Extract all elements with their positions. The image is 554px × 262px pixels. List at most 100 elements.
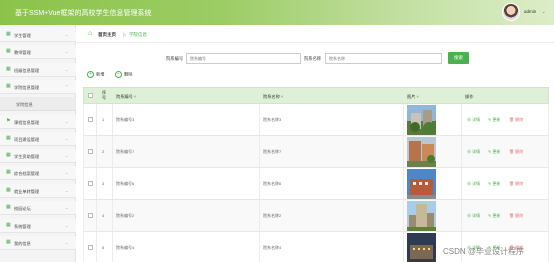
table-row: 4 院系编号2 院系名称2 ⊕ 详情 ✎ 更新 🗑 删除 (83, 200, 549, 232)
row-checkbox[interactable] (88, 117, 93, 122)
grid-icon: ▦ (6, 239, 11, 245)
table-row: 2 院系编号7 院系名称7 ⊕ 详情 ✎ 更新 🗑 删除 (83, 136, 549, 168)
sidebar-item-system[interactable]: ▦ 系统管理 ⌄ (0, 219, 76, 233)
watermark: CSDN @毕业设计程序 (443, 247, 525, 256)
detail-label: 详情 (472, 117, 481, 122)
sidebar-item-label: 系统管理 (14, 223, 31, 229)
remove-label: 删除 (515, 117, 524, 122)
sidebar-item-classes[interactable]: ▦ 班级信息管理 ⌄ (0, 63, 76, 77)
app-title: 基于SSM+Vue框架的高校学生信息管理系统 (15, 10, 152, 17)
col-name[interactable]: 院系名称 ÷ (263, 94, 283, 100)
row-code: 院系编号2 (116, 213, 135, 218)
home-icon[interactable]: ⌂ (88, 30, 92, 37)
row-name: 院系名称3 (263, 117, 282, 122)
sidebar-item-courses[interactable]: ⚑ 课程信息管理 ⌄ (0, 115, 76, 129)
edit-button[interactable]: ✎ 更新 (488, 149, 500, 155)
chevron-down-icon: ⌄ (65, 136, 69, 141)
plus-icon: + (87, 71, 94, 78)
row-checkbox[interactable] (88, 149, 93, 154)
remove-button[interactable]: 🗑 删除 (509, 117, 523, 123)
minus-icon: − (115, 71, 122, 78)
chevron-down-icon[interactable]: ⌄ (542, 9, 545, 14)
sidebar-item-employment[interactable]: ▦ 就业单转管理 ⌄ (0, 184, 76, 198)
row-name: 院系名称2 (263, 213, 282, 218)
row-code: 院系编号3 (116, 117, 135, 122)
col-code[interactable]: 院系编号 ÷ (116, 94, 136, 100)
sidebar-item-label: 学生管理 (14, 32, 31, 38)
row-checkbox[interactable] (88, 181, 93, 186)
row-image[interactable] (407, 169, 436, 199)
row-name: 院系名称4 (263, 245, 282, 250)
table-row: 1 院系编号3 院系名称3 ⊕ 详情 ✎ 更新 🗑 删除 (83, 104, 549, 136)
username[interactable]: admin (524, 9, 536, 14)
breadcrumb-separator: ▷ (123, 31, 127, 37)
remove-button[interactable]: 🗑 删除 (509, 149, 523, 155)
sidebar-item-archives[interactable]: ▦ 综合档案管理 ⌄ (0, 166, 76, 180)
edit-label: 更新 (492, 213, 501, 218)
remove-button[interactable]: 🗑 删除 (509, 213, 523, 219)
sidebar-item-label: 项目建设管理 (14, 136, 40, 142)
breadcrumb-current: 学院信息 (129, 31, 147, 37)
add-label: 新增 (96, 71, 105, 77)
row-checkbox[interactable] (88, 213, 93, 218)
add-button[interactable]: + 新增 (87, 71, 104, 81)
detail-button[interactable]: ⊕ 详情 (467, 213, 480, 219)
delete-label: 删除 (124, 71, 133, 77)
sidebar-item-colleges[interactable]: ▦ 学院信息管理 ⌃ (0, 80, 76, 94)
grid-icon: ▦ (6, 31, 11, 37)
sidebar-item-label: 校园论坛 (14, 205, 31, 211)
delete-button[interactable]: − 删除 (115, 71, 132, 81)
name-search-input[interactable] (325, 53, 442, 64)
row-code: 院系编号6 (116, 181, 135, 186)
sidebar-item-students[interactable]: ▦ 学生管理 ⌄ (0, 28, 76, 42)
detail-button[interactable]: ⊕ 详情 (467, 149, 480, 155)
grid-icon: ▦ (6, 152, 11, 158)
row-checkbox[interactable] (88, 245, 93, 250)
edit-button[interactable]: ✎ 更新 (488, 213, 500, 219)
detail-button[interactable]: ⊕ 详情 (467, 181, 480, 187)
row-image[interactable] (407, 201, 436, 231)
row-image[interactable] (407, 233, 436, 262)
search-button[interactable]: 搜索 (448, 52, 469, 64)
sidebar-item-my-info[interactable]: ▦ 我的信息 ⌄ (0, 236, 76, 250)
breadcrumb: ⌂ 首页主页 ▷ 学院信息 (77, 25, 554, 43)
row-code: 院系编号4 (116, 245, 135, 250)
sidebar-item-label: 综合档案管理 (14, 170, 40, 176)
table-row: 3 院系编号6 院系名称6 ⊕ 详情 ✎ 更新 🗑 删除 (83, 168, 549, 200)
sidebar-item-teachers[interactable]: ▦ 教师管理 ⌄ (0, 45, 76, 59)
sidebar-item-label: 我的信息 (14, 240, 31, 246)
chevron-down-icon: ⌄ (65, 205, 69, 210)
code-search-input[interactable] (186, 53, 301, 64)
grid-icon: ▦ (6, 48, 11, 54)
edit-button[interactable]: ✎ 更新 (488, 181, 500, 187)
col-image[interactable]: 图片 ÷ (407, 94, 419, 100)
sidebar-item-forum[interactable]: ▦ 校园论坛 ⌄ (0, 201, 76, 215)
remove-button[interactable]: 🗑 删除 (509, 181, 523, 187)
chevron-down-icon: ⌄ (65, 49, 69, 54)
grid-icon: ▦ (6, 83, 11, 89)
remove-label: 删除 (515, 149, 524, 154)
row-image[interactable] (407, 105, 436, 135)
user-avatar[interactable] (502, 3, 520, 21)
detail-button[interactable]: ⊕ 详情 (467, 117, 480, 123)
row-image[interactable] (407, 137, 436, 167)
sidebar-item-label: 学院信息管理 (14, 84, 40, 90)
breadcrumb-home[interactable]: 首页主页 (98, 32, 116, 38)
chevron-down-icon: ⌄ (65, 240, 69, 245)
sidebar-item-projects[interactable]: ▦ 项目建设管理 ⌄ (0, 132, 76, 146)
chevron-down-icon: ⌄ (65, 153, 69, 158)
sidebar-subitem-college-info[interactable]: 学院信息 (0, 97, 76, 111)
edit-button[interactable]: ✎ 更新 (488, 117, 500, 123)
col-index: 序号 (101, 90, 107, 100)
sidebar-item-aid[interactable]: ▦ 学生资助管理 ⌄ (0, 149, 76, 163)
sidebar-item-label: 教师管理 (14, 49, 31, 55)
code-search-label: 院系编号 (166, 56, 184, 61)
select-all-checkbox[interactable] (88, 93, 93, 98)
edit-label: 更新 (492, 181, 501, 186)
edit-label: 更新 (492, 149, 501, 154)
chevron-up-icon: ⌃ (65, 84, 69, 89)
sidebar: ▦ 学生管理 ⌄ ▦ 教师管理 ⌄ ▦ 班级信息管理 ⌄ ▦ 学院信息管理 ⌃ … (0, 25, 76, 262)
sidebar-item-label: 学生资助管理 (14, 153, 40, 159)
grid-icon: ▦ (6, 187, 11, 193)
detail-label: 详情 (472, 213, 481, 218)
